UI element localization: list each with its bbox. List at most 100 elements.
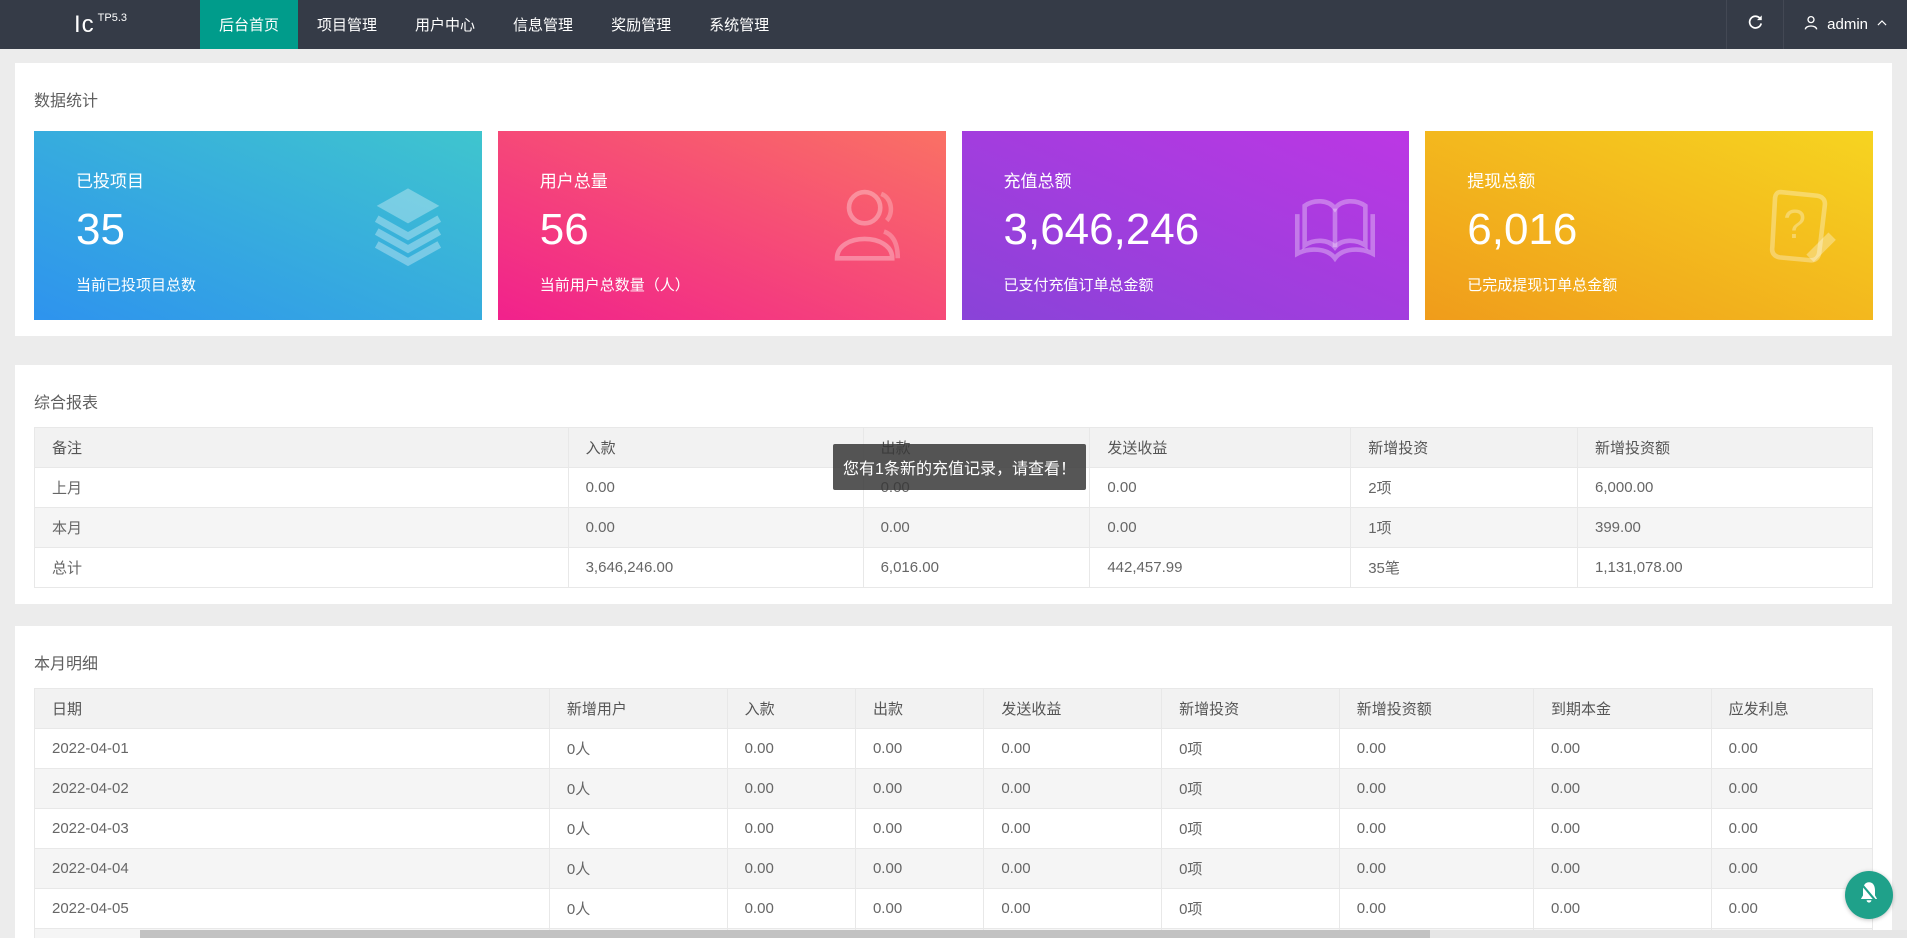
nav-item-label: 项目管理 xyxy=(317,14,377,35)
username-label: admin xyxy=(1827,16,1868,33)
table-cell: 0.00 xyxy=(1711,769,1872,809)
detail-table: 日期新增用户入款出款发送收益新增投资新增投资额到期本金应发利息2022-04-0… xyxy=(34,688,1873,938)
svg-text:?: ? xyxy=(1783,201,1806,247)
column-header: 出款 xyxy=(855,689,983,729)
card-subtitle: 当前用户总数量（人） xyxy=(540,274,946,295)
nav-item-rewards[interactable]: 奖励管理 xyxy=(592,0,690,49)
table-cell: 0.00 xyxy=(727,889,855,929)
table-cell: 0.00 xyxy=(1533,809,1711,849)
nav-item-home[interactable]: 后台首页 xyxy=(200,0,298,49)
stat-card-invested-projects: 已投项目 35 当前已投项目总数 xyxy=(34,131,482,320)
card-subtitle: 已完成提现订单总金额 xyxy=(1467,274,1873,295)
mute-notifications-button[interactable] xyxy=(1845,871,1893,919)
table-cell: 0人 xyxy=(549,849,727,889)
table-cell: 0.00 xyxy=(855,849,983,889)
table-cell: 0.00 xyxy=(855,889,983,929)
column-header: 发送收益 xyxy=(984,689,1162,729)
table-cell: 0.00 xyxy=(984,729,1162,769)
table-cell: 2022-04-04 xyxy=(35,849,550,889)
logo-version: TP5.3 xyxy=(98,12,127,24)
table-row: 2022-04-040人0.000.000.000项0.000.000.00 xyxy=(35,849,1873,889)
table-cell: 0.00 xyxy=(568,508,863,548)
table-cell: 0项 xyxy=(1162,809,1340,849)
user-menu[interactable]: admin xyxy=(1784,0,1907,49)
table-cell: 0.00 xyxy=(1533,889,1711,929)
nav-item-label: 用户中心 xyxy=(415,14,475,35)
table-cell: 6,016.00 xyxy=(863,548,1090,588)
stat-card-total-users: 用户总量 56 当前用户总数量（人） xyxy=(498,131,946,320)
column-header: 新增投资 xyxy=(1351,428,1578,468)
table-cell: 0项 xyxy=(1162,729,1340,769)
nav-item-label: 后台首页 xyxy=(219,14,279,35)
table-cell: 0.00 xyxy=(984,849,1162,889)
book-icon xyxy=(1289,181,1381,273)
table-cell: 2项 xyxy=(1351,468,1578,508)
table-cell: 2022-04-01 xyxy=(35,729,550,769)
card-subtitle: 当前已投项目总数 xyxy=(76,274,482,295)
nav-item-label: 信息管理 xyxy=(513,14,573,35)
table-cell: 1,131,078.00 xyxy=(1578,548,1873,588)
horizontal-scrollbar-track xyxy=(140,930,1907,938)
toast-message: 您有1条新的充值记录，请查看！ xyxy=(843,455,1076,479)
table-cell: 0项 xyxy=(1162,769,1340,809)
top-navbar: Ic TP5.3 后台首页 项目管理 用户中心 信息管理 奖励管理 系统管理 xyxy=(0,0,1907,49)
table-row: 2022-04-050人0.000.000.000项0.000.000.00 xyxy=(35,889,1873,929)
nav-item-users[interactable]: 用户中心 xyxy=(396,0,494,49)
table-cell: 0.00 xyxy=(1339,809,1533,849)
table-cell: 2022-04-03 xyxy=(35,809,550,849)
card-subtitle: 已支付充值订单总金额 xyxy=(1004,274,1410,295)
chevron-up-icon xyxy=(1875,16,1889,34)
table-cell: 0.00 xyxy=(855,769,983,809)
table-row: 2022-04-030人0.000.000.000项0.000.000.00 xyxy=(35,809,1873,849)
table-cell: 2022-04-05 xyxy=(35,889,550,929)
nav-item-info[interactable]: 信息管理 xyxy=(494,0,592,49)
table-row: 2022-04-010人0.000.000.000项0.000.000.00 xyxy=(35,729,1873,769)
table-cell: 0.00 xyxy=(855,809,983,849)
table-row: 总计3,646,246.006,016.00442,457.9935笔1,131… xyxy=(35,548,1873,588)
column-header: 入款 xyxy=(727,689,855,729)
table-cell: 0.00 xyxy=(1339,729,1533,769)
table-cell: 0.00 xyxy=(1090,508,1351,548)
table-cell: 6,000.00 xyxy=(1578,468,1873,508)
horizontal-scrollbar-thumb[interactable] xyxy=(140,930,1430,938)
nav-item-system[interactable]: 系统管理 xyxy=(690,0,788,49)
table-cell: 0.00 xyxy=(1711,729,1872,769)
user-icon xyxy=(1802,14,1820,36)
column-header: 新增投资额 xyxy=(1578,428,1873,468)
table-cell: 0项 xyxy=(1162,889,1340,929)
column-header: 入款 xyxy=(568,428,863,468)
nav-item-label: 奖励管理 xyxy=(611,14,671,35)
column-header: 发送收益 xyxy=(1090,428,1351,468)
question-doc-icon: ? xyxy=(1753,181,1845,273)
toast-notification: 您有1条新的充值记录，请查看！ xyxy=(833,444,1086,490)
column-header: 新增投资 xyxy=(1162,689,1340,729)
table-cell: 0.00 xyxy=(1533,729,1711,769)
detail-panel: 本月明细 日期新增用户入款出款发送收益新增投资新增投资额到期本金应发利息2022… xyxy=(15,626,1892,938)
table-cell: 0.00 xyxy=(1339,849,1533,889)
layers-icon xyxy=(362,181,454,273)
table-row: 本月0.000.000.001项399.00 xyxy=(35,508,1873,548)
refresh-button[interactable] xyxy=(1727,0,1783,49)
nav-item-projects[interactable]: 项目管理 xyxy=(298,0,396,49)
stats-panel: 数据统计 已投项目 35 当前已投项目总数 用户总量 56 当前 xyxy=(15,63,1892,336)
column-header: 备注 xyxy=(35,428,569,468)
table-cell: 0.00 xyxy=(568,468,863,508)
table-cell: 0.00 xyxy=(727,809,855,849)
column-header: 到期本金 xyxy=(1533,689,1711,729)
table-cell: 0人 xyxy=(549,729,727,769)
table-cell: 0.00 xyxy=(727,769,855,809)
table-cell: 0.00 xyxy=(1339,889,1533,929)
table-cell: 0.00 xyxy=(727,729,855,769)
table-cell: 总计 xyxy=(35,548,569,588)
report-section-title: 综合报表 xyxy=(34,389,1873,413)
app-root: Ic TP5.3 后台首页 项目管理 用户中心 信息管理 奖励管理 系统管理 xyxy=(0,0,1907,938)
table-header-row: 日期新增用户入款出款发送收益新增投资新增投资额到期本金应发利息 xyxy=(35,689,1873,729)
column-header: 新增投资额 xyxy=(1339,689,1533,729)
table-row: 2022-04-020人0.000.000.000项0.000.000.00 xyxy=(35,769,1873,809)
table-cell: 0.00 xyxy=(984,809,1162,849)
app-logo[interactable]: Ic TP5.3 xyxy=(0,0,200,49)
table-cell: 0人 xyxy=(549,889,727,929)
column-header: 新增用户 xyxy=(549,689,727,729)
detail-section-title: 本月明细 xyxy=(34,650,1873,674)
table-cell: 0.00 xyxy=(984,769,1162,809)
